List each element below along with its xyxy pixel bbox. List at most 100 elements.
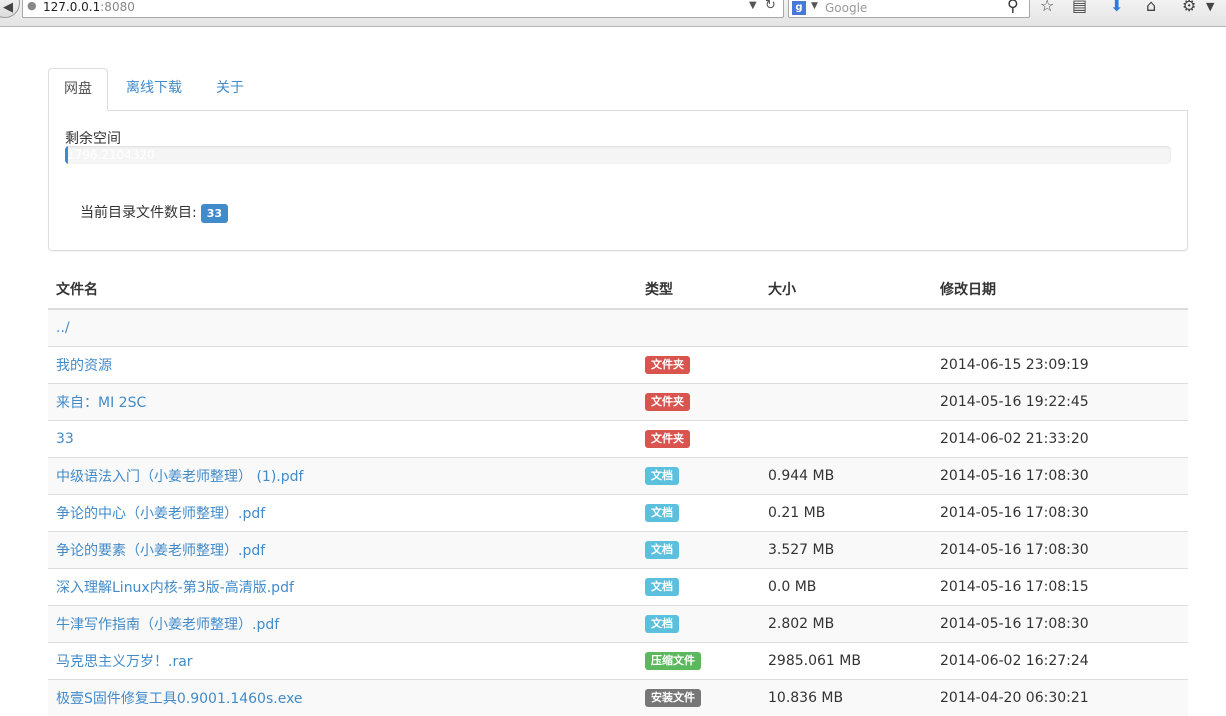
cell-type: 安装文件 <box>637 680 760 716</box>
file-link[interactable]: 中级语法入门（小姜老师整理） (1).pdf <box>56 469 303 485</box>
cell-type: 文档 <box>637 569 760 606</box>
cell-size <box>760 421 932 458</box>
table-row: 争论的中心（小姜老师整理）.pdf 文档 0.21 MB2014-05-16 17:… <box>48 495 1188 532</box>
cell-size: 2.802 MB <box>760 606 932 643</box>
storage-progress-bar: 1796.2104320 <box>65 146 1171 164</box>
cell-date: 2014-04-20 06:30:21 <box>932 680 1188 716</box>
header-date: 修改日期 <box>932 270 1188 309</box>
type-label: 文档 <box>645 467 679 485</box>
engine-dropdown-icon[interactable]: ▼ <box>811 1 818 11</box>
cell-type: 压缩文件 <box>637 643 760 680</box>
search-placeholder: Google <box>825 1 867 15</box>
cell-size: 0.0 MB <box>760 569 932 606</box>
cell-type: 文件夹 <box>637 347 760 384</box>
tab-label: 离线下载 <box>126 80 182 96</box>
type-label: 文档 <box>645 504 679 522</box>
cell-size: 0.21 MB <box>760 495 932 532</box>
cell-type <box>637 309 760 347</box>
file-link[interactable]: 33 <box>56 431 74 447</box>
header-type: 类型 <box>637 270 760 309</box>
cell-type: 文档 <box>637 495 760 532</box>
cell-size: 0.944 MB <box>760 458 932 495</box>
cell-filename: 来自：MI 2SC <box>48 384 637 421</box>
table-row: 33文件夹2014-06-02 21:33:20 <box>48 421 1188 458</box>
table-row: 争论的要素（小姜老师整理）.pdf文档3.527 MB2014-05-16 17… <box>48 532 1188 569</box>
cell-filename: 马克思主义万岁！.rar <box>48 643 637 680</box>
file-link[interactable]: 我的资源 <box>56 358 112 374</box>
file-count-badge: 33 <box>201 204 228 223</box>
google-logo-icon: g <box>792 1 806 15</box>
type-label: 文档 <box>645 541 679 559</box>
file-link[interactable]: 争论的中心（小姜老师整理）.pdf <box>56 506 265 522</box>
tab-label: 关于 <box>216 80 244 96</box>
file-link[interactable]: 争论的要素（小姜老师整理）.pdf <box>56 543 265 559</box>
address-bar[interactable]: ● 127.0.0.1:8080 ▼ ↻ <box>22 0 784 18</box>
cell-date: 2014-05-16 17:08:30 <box>932 532 1188 569</box>
tab-label: 网盘 <box>64 81 92 97</box>
cell-filename: 深入理解Linux内核-第3版-高清版.pdf <box>48 569 637 606</box>
cell-date: 2014-05-16 17:08:30 <box>932 458 1188 495</box>
file-table-body: ../我的资源文件夹2014-06-15 23:09:19来自：MI 2SC文件… <box>48 309 1188 716</box>
type-label: 安装文件 <box>645 689 701 707</box>
cell-type: 文档 <box>637 532 760 569</box>
reload-icon[interactable]: ↻ <box>765 0 776 13</box>
cell-filename: ../ <box>48 309 637 347</box>
header-size: 大小 <box>760 270 932 309</box>
type-label: 文件夹 <box>645 356 690 374</box>
type-label: 文件夹 <box>645 430 690 448</box>
home-icon[interactable]: ⌂ <box>1146 0 1156 15</box>
table-row: 深入理解Linux内核-第3版-高清版.pdf文档0.0 MB2014-05-1… <box>48 569 1188 606</box>
browser-toolbar: ◀ ● 127.0.0.1:8080 ▼ ↻ g ▼ Google ⚲ ☆ ▤ … <box>0 0 1226 27</box>
cell-size <box>760 384 932 421</box>
star-icon[interactable]: ☆ <box>1040 0 1054 15</box>
cell-date <box>932 309 1188 347</box>
reading-list-icon[interactable]: ▤ <box>1072 0 1087 15</box>
table-header-row: 文件名 类型 大小 修改日期 <box>48 270 1188 309</box>
globe-icon: ● <box>27 0 37 12</box>
cell-filename: 中级语法入门（小姜老师整理） (1).pdf <box>48 458 637 495</box>
menu-icon[interactable]: ▼ <box>1206 0 1214 13</box>
cell-type: 文档 <box>637 606 760 643</box>
cell-filename: 争论的中心（小姜老师整理）.pdf <box>48 495 637 532</box>
tab-offline-download[interactable]: 离线下载 <box>111 68 197 109</box>
table-row: ../ <box>48 309 1188 347</box>
cell-size <box>760 347 932 384</box>
cell-size: 2985.061 MB <box>760 643 932 680</box>
file-link[interactable]: 马克思主义万岁！.rar <box>56 654 193 670</box>
progress-text: 1796.2104320 <box>67 148 155 162</box>
table-row: 中级语法入门（小姜老师整理） (1).pdf 文档 0.944 MB2014-05-… <box>48 458 1188 495</box>
back-button[interactable]: ◀ <box>0 0 20 18</box>
cell-filename: 33 <box>48 421 637 458</box>
file-link[interactable]: 来自：MI 2SC <box>56 395 146 411</box>
type-label: 文档 <box>645 578 679 596</box>
table-row: 牛津写作指南（小姜老师整理）.pdf文档2.802 MB2014-05-16 1… <box>48 606 1188 643</box>
file-count-row: 当前目录文件数目:33 <box>80 202 228 223</box>
cell-filename: 极壹S固件修复工具0.9001.1460s.exe <box>48 680 637 716</box>
cell-date: 2014-05-16 19:22:45 <box>932 384 1188 421</box>
file-link[interactable]: 牛津写作指南（小姜老师整理）.pdf <box>56 617 279 633</box>
search-bar[interactable]: g ▼ Google ⚲ <box>788 0 1030 18</box>
file-link[interactable]: ../ <box>56 320 70 336</box>
table-row: 我的资源文件夹2014-06-15 23:09:19 <box>48 347 1188 384</box>
tab-about[interactable]: 关于 <box>201 68 259 109</box>
table-row: 来自：MI 2SC 文件夹 2014-05-16 19:22:45 <box>48 384 1188 421</box>
back-arrow-icon: ◀ <box>3 0 13 15</box>
table-row: 极壹S固件修复工具0.9001.1460s.exe安装文件10.836 MB20… <box>48 680 1188 716</box>
file-count-label: 当前目录文件数目: <box>80 205 197 221</box>
search-icon[interactable]: ⚲ <box>1007 0 1019 15</box>
table-row: 马克思主义万岁！.rar压缩文件2985.061 MB2014-06-02 16… <box>48 643 1188 680</box>
dropdown-icon[interactable]: ▼ <box>749 0 757 11</box>
cell-type: 文档 <box>637 458 760 495</box>
extension-icon[interactable]: ⚙ <box>1182 0 1196 15</box>
file-table: 文件名 类型 大小 修改日期 ../我的资源文件夹2014-06-15 23:0… <box>48 270 1188 716</box>
type-label: 压缩文件 <box>645 652 701 670</box>
file-link[interactable]: 极壹S固件修复工具0.9001.1460s.exe <box>56 691 303 707</box>
remaining-space-label: 剩余空间 <box>65 128 121 148</box>
tab-netdisk[interactable]: 网盘 <box>48 68 108 111</box>
download-icon[interactable]: ⬇ <box>1110 0 1123 15</box>
cell-size <box>760 309 932 347</box>
type-label: 文件夹 <box>645 393 690 411</box>
cell-date: 2014-05-16 17:08:30 <box>932 495 1188 532</box>
cell-filename: 牛津写作指南（小姜老师整理）.pdf <box>48 606 637 643</box>
file-link[interactable]: 深入理解Linux内核-第3版-高清版.pdf <box>56 580 294 596</box>
